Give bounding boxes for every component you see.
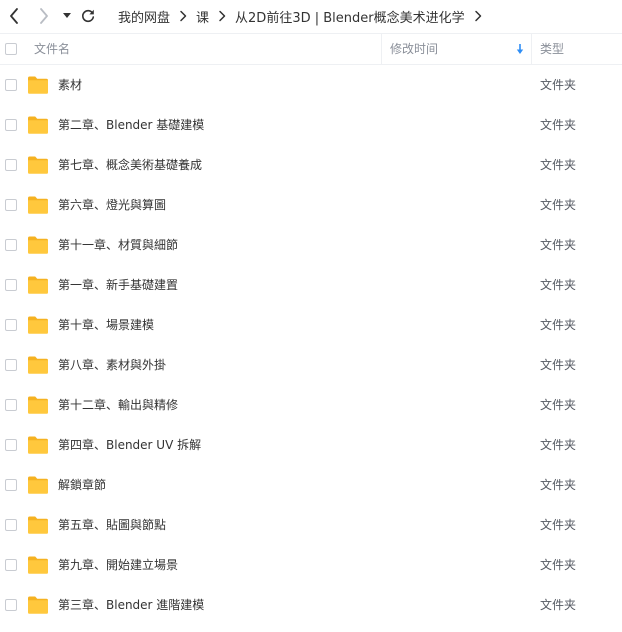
refresh-icon	[81, 9, 95, 23]
chevron-right-icon	[217, 10, 227, 22]
row-checkbox[interactable]	[5, 519, 17, 531]
refresh-button[interactable]	[80, 6, 96, 26]
row-checkbox[interactable]	[5, 319, 17, 331]
file-name[interactable]: 第三章、Blender 進階建模	[58, 585, 204, 625]
sort-down-arrow-icon[interactable]	[515, 43, 525, 55]
table-row[interactable]: 第八章、素材與外掛 文件夹	[0, 345, 622, 385]
folder-icon	[27, 155, 49, 175]
table-row[interactable]: 解鎖章節 文件夹	[0, 465, 622, 505]
folder-icon	[27, 75, 49, 95]
file-type: 文件夹	[540, 558, 577, 572]
caret-down-icon	[63, 13, 71, 19]
row-checkbox[interactable]	[5, 359, 17, 371]
file-list: 素材 文件夹 第二章、Blender 基礎建模 文件夹 第七章、概念美術基礎養成 文件夹第…	[0, 65, 622, 625]
folder-icon	[27, 595, 49, 615]
folder-icon	[27, 435, 49, 455]
folder-icon	[27, 115, 49, 135]
file-name[interactable]: 第一章、新手基礎建置	[58, 265, 178, 305]
row-checkbox[interactable]	[5, 279, 17, 291]
file-type: 文件夹	[540, 278, 577, 292]
table-row[interactable]: 第四章、Blender UV 拆解 文件夹	[0, 425, 622, 465]
row-checkbox[interactable]	[5, 439, 17, 451]
table-row[interactable]: 第十一章、材質與細節 文件夹	[0, 225, 622, 265]
folder-icon	[27, 555, 49, 575]
breadcrumb-item-current-folder[interactable]: 从2D前往3D | Blender概念美术进化学	[235, 7, 465, 26]
breadcrumb: 我的网盘 课 从2D前往3D | Blender概念美术进化学	[118, 0, 491, 32]
table-row[interactable]: 第二章、Blender 基礎建模 文件夹	[0, 105, 622, 145]
table-row[interactable]: 第五章、貼圖與節點 文件夹	[0, 505, 622, 545]
row-checkbox[interactable]	[5, 239, 17, 251]
file-type: 文件夹	[540, 78, 577, 92]
file-name[interactable]: 第六章、燈光與算圖	[58, 185, 166, 225]
file-name[interactable]: 第十一章、材質與細節	[58, 225, 178, 265]
row-checkbox[interactable]	[5, 79, 17, 91]
file-type: 文件夹	[540, 158, 577, 172]
row-checkbox[interactable]	[5, 399, 17, 411]
file-type: 文件夹	[540, 118, 577, 132]
file-type: 文件夹	[540, 478, 577, 492]
file-list-header: 文件名 修改时间 类型	[0, 33, 622, 65]
file-name[interactable]: 第十二章、輸出與精修	[58, 385, 178, 425]
file-type: 文件夹	[540, 598, 577, 612]
row-checkbox[interactable]	[5, 199, 17, 211]
row-checkbox[interactable]	[5, 159, 17, 171]
table-row[interactable]: 第十二章、輸出與精修 文件夹	[0, 385, 622, 425]
file-type: 文件夹	[540, 198, 577, 212]
file-name[interactable]: 第五章、貼圖與節點	[58, 505, 166, 545]
table-row[interactable]: 第一章、新手基礎建置 文件夹	[0, 265, 622, 305]
select-all-checkbox[interactable]	[5, 43, 17, 55]
chevron-right-icon[interactable]	[473, 10, 483, 22]
folder-icon	[27, 195, 49, 215]
file-name[interactable]: 第十章、場景建模	[58, 305, 154, 345]
folder-icon	[27, 275, 49, 295]
row-checkbox[interactable]	[5, 599, 17, 611]
row-checkbox[interactable]	[5, 479, 17, 491]
file-name[interactable]: 第九章、開始建立場景	[58, 545, 178, 585]
folder-icon	[27, 475, 49, 495]
file-name[interactable]: 解鎖章節	[58, 465, 106, 505]
file-type: 文件夹	[540, 438, 577, 452]
column-header-modified[interactable]: 修改时间	[390, 34, 438, 64]
column-header-name[interactable]: 文件名	[34, 34, 70, 64]
table-row[interactable]: 第六章、燈光與算圖 文件夹	[0, 185, 622, 225]
table-row[interactable]: 第三章、Blender 進階建模 文件夹	[0, 585, 622, 625]
file-type: 文件夹	[540, 318, 577, 332]
column-divider[interactable]	[531, 34, 532, 64]
breadcrumb-item-course[interactable]: 课	[196, 7, 209, 26]
navigation-toolbar: 我的网盘 课 从2D前往3D | Blender概念美术进化学	[0, 0, 622, 32]
row-checkbox[interactable]	[5, 119, 17, 131]
table-row[interactable]: 第十章、場景建模 文件夹	[0, 305, 622, 345]
file-type: 文件夹	[540, 358, 577, 372]
file-name[interactable]: 第二章、Blender 基礎建模	[58, 105, 204, 145]
breadcrumb-item-my-drive[interactable]: 我的网盘	[118, 7, 170, 26]
file-name[interactable]: 第八章、素材與外掛	[58, 345, 166, 385]
chevron-right-icon	[39, 8, 49, 24]
folder-icon	[27, 355, 49, 375]
file-type: 文件夹	[540, 398, 577, 412]
table-row[interactable]: 素材 文件夹	[0, 65, 622, 105]
file-name[interactable]: 素材	[58, 65, 82, 105]
folder-icon	[27, 515, 49, 535]
file-name[interactable]: 第七章、概念美術基礎養成	[58, 145, 202, 185]
file-name[interactable]: 第四章、Blender UV 拆解	[58, 425, 201, 465]
row-checkbox[interactable]	[5, 559, 17, 571]
folder-icon	[27, 395, 49, 415]
folder-icon	[27, 235, 49, 255]
history-dropdown-button[interactable]	[61, 6, 73, 26]
chevron-left-icon	[9, 8, 19, 24]
forward-button[interactable]	[36, 6, 52, 26]
file-type: 文件夹	[540, 518, 577, 532]
chevron-right-icon	[178, 10, 188, 22]
column-header-type[interactable]: 类型	[540, 34, 564, 64]
back-button[interactable]	[6, 6, 22, 26]
folder-icon	[27, 315, 49, 335]
column-divider[interactable]	[381, 34, 382, 64]
table-row[interactable]: 第九章、開始建立場景 文件夹	[0, 545, 622, 585]
file-type: 文件夹	[540, 238, 577, 252]
table-row[interactable]: 第七章、概念美術基礎養成 文件夹	[0, 145, 622, 185]
